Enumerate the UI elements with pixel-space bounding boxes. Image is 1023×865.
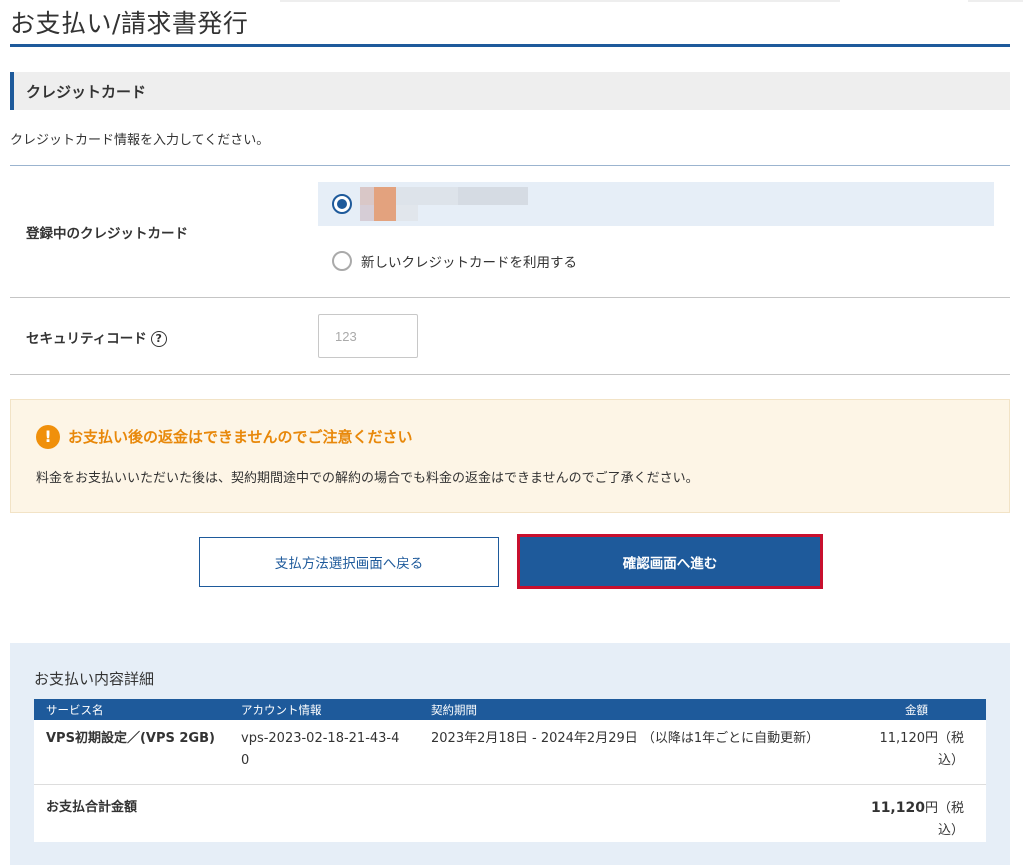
total-amount-suffix: 円（税込） <box>924 800 964 838</box>
payment-details-table: サービス名 アカウント情報 契約期間 金額 VPS初期設定／(VPS 2GB) … <box>34 699 986 842</box>
divider <box>10 297 1010 298</box>
back-button-label: 支払方法選択画面へ戻る <box>274 556 424 571</box>
section-intro: クレジットカード情報を入力してください。 <box>10 133 270 148</box>
proceed-button-label: 確認画面へ進む <box>622 555 718 571</box>
registered-card-option[interactable] <box>318 182 994 226</box>
help-icon[interactable]: ? <box>150 331 167 347</box>
page-title: お支払い/請求書発行 <box>10 9 249 38</box>
column-header: 金額 <box>849 699 986 720</box>
exclamation-icon: ! <box>36 425 60 449</box>
refund-notice: ! お支払い後の返金はできませんのでご注意ください 料金をお支払いいただいた後は… <box>10 399 1010 513</box>
table-header-row: サービス名 アカウント情報 契約期間 金額 <box>34 699 986 720</box>
payment-details-panel: お支払い内容詳細 サービス名 アカウント情報 契約期間 金額 VPS初期設定／(… <box>10 643 1010 865</box>
security-code-input[interactable] <box>318 314 418 358</box>
column-header: 契約期間 <box>419 699 849 720</box>
total-row: お支払合計金額 11,120円（税込） <box>34 784 986 842</box>
divider <box>10 374 1010 375</box>
radio-new-card[interactable] <box>332 251 352 271</box>
security-code-text: セキュリティコード <box>26 331 147 347</box>
radio-selected[interactable] <box>332 194 352 214</box>
title-underline <box>10 44 1010 47</box>
section-header: クレジットカード <box>10 72 1010 110</box>
notice-text: 料金をお支払いいただいた後は、契約期間途中での解約の場合でも料金の返金はできませ… <box>36 471 699 486</box>
new-card-option-label[interactable]: 新しいクレジットカードを利用する <box>361 251 577 271</box>
proceed-to-confirm-button[interactable]: 確認画面へ進む <box>517 534 823 589</box>
registered-card-label: 登録中のクレジットカード <box>26 226 188 242</box>
column-header: サービス名 <box>34 699 229 720</box>
top-edge-line <box>280 0 840 2</box>
table-row: VPS初期設定／(VPS 2GB) vps-2023-02-18-21-43-4… <box>34 720 986 785</box>
notice-title: お支払い後の返金はできませんのでご注意ください <box>68 428 413 446</box>
column-header: アカウント情報 <box>229 699 419 720</box>
account-info-cell: vps-2023-02-18-21-43-40 <box>229 720 419 785</box>
section-header-label: クレジットカード <box>26 83 147 101</box>
divider <box>10 165 1010 166</box>
service-name-cell: VPS初期設定／(VPS 2GB) <box>34 720 229 785</box>
security-code-label: セキュリティコード? <box>26 327 167 347</box>
amount-cell: 11,120円（税込） <box>849 720 986 785</box>
masked-card-info <box>360 187 540 221</box>
contract-period-cell: 2023年2月18日 - 2024年2月29日 （以降は1年ごとに自動更新） <box>419 720 849 785</box>
top-edge-line <box>968 0 1023 2</box>
total-amount: 11,120円（税込） <box>849 784 986 842</box>
total-label: お支払合計金額 <box>46 799 138 815</box>
total-amount-value: 11,120 <box>870 799 925 816</box>
back-button[interactable]: 支払方法選択画面へ戻る <box>199 537 499 587</box>
details-title: お支払い内容詳細 <box>34 670 155 688</box>
